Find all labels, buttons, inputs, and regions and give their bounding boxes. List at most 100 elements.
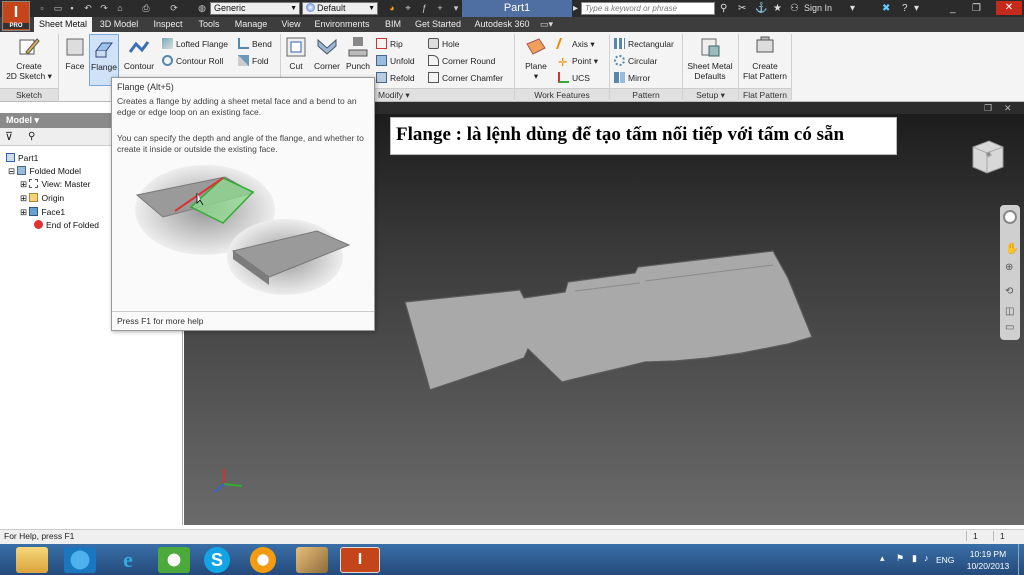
sign-in-button[interactable]: Sign In — [804, 2, 832, 15]
binoculars-icon[interactable]: ⚲ — [720, 2, 727, 15]
app-logo[interactable]: I PRO — [2, 1, 30, 31]
refold-button[interactable]: Refold — [376, 71, 415, 85]
network-icon[interactable]: ▮ — [912, 553, 917, 564]
clock-time[interactable]: 10:19 PM — [960, 549, 1016, 559]
tab-environments[interactable]: Environments — [308, 17, 376, 32]
search-input[interactable]: Type a keyword or phrase — [581, 2, 715, 15]
bend-button[interactable]: Bend — [238, 37, 272, 51]
panel-setup-label[interactable]: Setup ▾ — [683, 88, 738, 101]
open-icon[interactable]: ▭ — [52, 2, 64, 14]
print-icon[interactable]: ⎙ — [140, 2, 152, 14]
user-icon[interactable]: ⚇ — [790, 2, 799, 15]
hole-button[interactable]: Hole — [428, 37, 459, 51]
tab-get-started[interactable]: Get Started — [410, 17, 466, 32]
steering-wheel-icon[interactable] — [1003, 210, 1017, 224]
update-icon[interactable]: ⟳ — [168, 2, 180, 14]
save-icon[interactable]: ▪ — [66, 2, 78, 14]
lofted-flange-button[interactable]: Lofted Flange — [162, 37, 228, 51]
show-desktop-button[interactable] — [1018, 544, 1024, 575]
tab-inspect[interactable]: Inspect — [146, 17, 190, 32]
close-icon[interactable]: ✕ — [1004, 103, 1012, 113]
axis-button[interactable]: Axis ▾ — [555, 37, 595, 51]
volume-icon[interactable]: ♪ — [924, 553, 929, 563]
filter-icon[interactable]: ⊽ — [5, 131, 13, 143]
tree-item-folded-model[interactable]: ⊟ Folded Model — [8, 165, 81, 178]
paint-icon[interactable] — [296, 547, 328, 573]
tab-sheet-metal[interactable]: Sheet Metal — [34, 17, 92, 32]
material-combo[interactable]: Generic ▼ — [210, 2, 300, 15]
close-icon[interactable]: ✕ — [996, 1, 1022, 15]
pan-icon[interactable]: ✋ — [1005, 242, 1019, 255]
orbit-icon[interactable]: ⟲ — [1005, 286, 1013, 297]
create-2d-sketch-button[interactable]: Create 2D Sketch ▾ — [4, 34, 54, 86]
corner-chamfer-button[interactable]: Corner Chamfer — [428, 71, 503, 85]
skype-icon[interactable]: S — [204, 547, 230, 573]
tab-bim[interactable]: BIM — [378, 17, 408, 32]
point-button[interactable]: ✛ Point ▾ — [558, 54, 598, 69]
plane-button[interactable]: Plane ▾ — [519, 34, 553, 86]
favorites-icon[interactable]: ★ — [773, 2, 782, 15]
teamviewer-icon[interactable] — [64, 547, 96, 573]
appearance-combo[interactable]: Default ▼ — [302, 2, 378, 15]
tab-autodesk-360[interactable]: Autodesk 360 — [468, 17, 536, 32]
tree-item-view-master[interactable]: ⊞ View: Master — [20, 178, 90, 191]
face-button[interactable]: Face — [61, 34, 89, 86]
plus-icon[interactable]: + — [434, 2, 446, 14]
fold-button[interactable]: Fold — [238, 54, 269, 68]
corner-round-button[interactable]: Corner Round — [428, 54, 495, 68]
measure-icon[interactable]: ⌖ — [402, 2, 414, 14]
search-expand-icon[interactable]: ▸ — [573, 2, 578, 15]
home-icon[interactable]: ⌂ — [114, 2, 126, 14]
find-icon[interactable]: ⚲ — [28, 131, 35, 143]
rip-button[interactable]: Rip — [376, 37, 403, 51]
tree-item-end-of-folded[interactable]: End of Folded — [34, 219, 99, 232]
media-player-icon[interactable] — [250, 547, 276, 573]
circular-pattern-button[interactable]: Circular — [614, 54, 657, 68]
tab-3d-model[interactable]: 3D Model — [94, 17, 144, 32]
panel-modify-label[interactable]: Modify ▾ — [374, 88, 514, 101]
new-icon[interactable]: ▫ — [36, 2, 48, 14]
restore-icon[interactable]: ❐ — [972, 2, 981, 15]
nav-bar-options-icon[interactable]: ▭ — [1005, 322, 1014, 333]
coccoc-browser-icon[interactable] — [158, 547, 190, 573]
sheet-metal-part[interactable] — [400, 245, 820, 400]
sheet-metal-defaults-button[interactable]: Sheet Metal Defaults — [684, 34, 736, 86]
tree-item-part1[interactable]: Part1 — [6, 152, 38, 165]
zoom-icon[interactable]: ⊕ — [1005, 262, 1013, 273]
minimize-icon[interactable]: _ — [950, 2, 956, 15]
inventor-taskbar-icon[interactable]: I — [340, 547, 380, 573]
tray-arrow-icon[interactable]: ▴ — [880, 553, 885, 564]
language-indicator[interactable]: ENG — [936, 555, 954, 565]
end-of-part-icon — [34, 220, 43, 229]
ribbon-toggle-icon[interactable]: ▭▾ — [540, 19, 553, 30]
help-icon[interactable]: ? — [902, 2, 908, 15]
tree-item-origin[interactable]: ⊞ Origin — [20, 192, 64, 205]
tools-icon[interactable]: ✂ — [738, 2, 746, 15]
ucs-button[interactable]: UCS — [558, 71, 590, 85]
exchange-icon[interactable]: ✖ — [882, 2, 890, 15]
customize-icon[interactable]: ▾ — [450, 2, 462, 14]
chevron-down-icon[interactable]: ▾ — [850, 2, 855, 15]
tab-view[interactable]: View — [276, 17, 306, 32]
restore-icon[interactable]: ❐ — [984, 103, 992, 113]
color-icon[interactable]: ◕ — [386, 2, 398, 14]
function-icon[interactable]: ƒ — [418, 2, 430, 14]
internet-explorer-icon[interactable]: e — [112, 547, 144, 573]
undo-icon[interactable]: ↶ — [82, 2, 94, 14]
mirror-button[interactable]: Mirror — [614, 71, 650, 85]
create-flat-pattern-button[interactable]: Create Flat Pattern — [740, 34, 790, 86]
clock-date[interactable]: 10/20/2013 — [960, 561, 1016, 571]
file-explorer-icon[interactable] — [16, 547, 48, 573]
rectangular-pattern-button[interactable]: Rectangular — [614, 37, 674, 51]
tab-tools[interactable]: Tools — [192, 17, 226, 32]
tree-item-face1[interactable]: ⊞ Face1 — [20, 206, 65, 219]
unfold-button[interactable]: Unfold — [376, 54, 415, 68]
flag-icon[interactable]: ⚑ — [896, 553, 904, 564]
chevron-down-icon[interactable]: ▾ — [914, 2, 919, 15]
contour-roll-button[interactable]: Contour Roll — [162, 54, 223, 68]
tab-manage[interactable]: Manage — [228, 17, 274, 32]
subscription-icon[interactable]: ⚓ — [755, 2, 767, 15]
redo-icon[interactable]: ↷ — [98, 2, 110, 14]
look-at-icon[interactable]: ◫ — [1005, 306, 1014, 317]
status-bar — [0, 529, 1024, 544]
